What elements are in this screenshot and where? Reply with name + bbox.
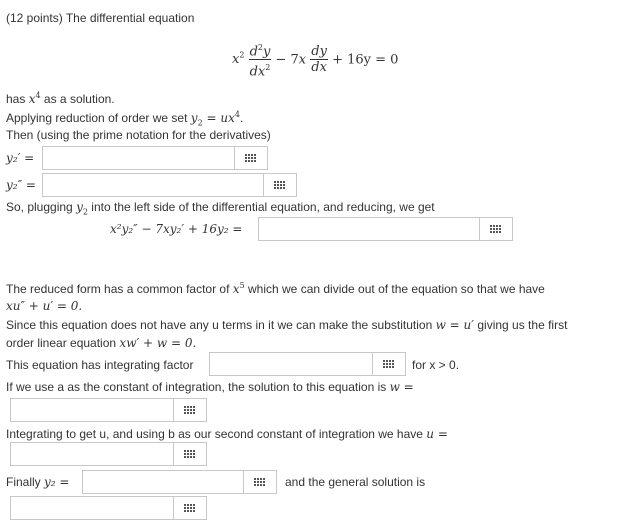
grid-icon	[183, 405, 197, 415]
grid-icon	[382, 359, 396, 369]
lhs-label: x²y₂″ − 7xy₂′ + 16y₂ =	[110, 222, 243, 236]
y2pp-label: y₂″ =	[6, 178, 36, 192]
y2p-palette-button[interactable]	[234, 146, 268, 170]
finally-line: Finally y₂ =	[6, 475, 70, 489]
integ-u-line: Integrating to get u, and using b as our…	[6, 427, 448, 441]
u-palette-button[interactable]	[173, 442, 207, 466]
y2pp-palette-button[interactable]	[263, 173, 297, 197]
intro-text: The differential equation	[65, 11, 195, 25]
integ-palette-button[interactable]	[372, 352, 406, 376]
general-palette-button[interactable]	[173, 496, 207, 520]
order-line: order linear equation xw′ + w = 0.	[6, 336, 197, 350]
reduced-equation: xu″ + u′ = 0.	[6, 299, 83, 313]
general-input[interactable]	[10, 496, 174, 520]
grid-icon	[273, 180, 287, 190]
grid-icon	[183, 503, 197, 513]
y2-input[interactable]	[82, 470, 244, 494]
problem-header: (12 points) The differential equation	[6, 11, 194, 25]
const-line: If we use a as the constant of integrati…	[6, 380, 414, 394]
integ-factor-label: This equation has integrating factor	[6, 358, 194, 372]
differential-equation: x2 d2y dx2 − 7x dy dx + 16y = 0	[232, 40, 398, 80]
grid-icon	[253, 477, 267, 487]
u-input[interactable]	[10, 442, 174, 466]
w-palette-button[interactable]	[173, 398, 207, 422]
then-line: Then (using the prime notation for the d…	[6, 128, 271, 142]
plugging-line: So, plugging y2 into the left side of th…	[6, 200, 435, 217]
eq-tail: + 16y = 0	[332, 52, 399, 68]
eq-minus: − 7	[275, 52, 299, 68]
since-line: Since this equation does not have any u …	[6, 318, 568, 332]
points-label: (12 points)	[6, 11, 63, 25]
grid-icon	[489, 224, 503, 234]
integ-factor-input[interactable]	[209, 352, 373, 376]
has-solution-line: has x4 as a solution.	[6, 91, 115, 106]
y2p-input[interactable]	[42, 146, 235, 170]
reduction-line: Applying reduction of order we set y2 = …	[6, 110, 244, 128]
eq-frac-d2y: d2y dx2	[248, 40, 272, 80]
reduced-line: The reduced form has a common factor of …	[6, 281, 545, 296]
y2pp-input[interactable]	[42, 173, 264, 197]
grid-icon	[183, 449, 197, 459]
w-input[interactable]	[10, 398, 174, 422]
general-solution-label: and the general solution is	[285, 475, 426, 489]
grid-icon	[244, 153, 258, 163]
lhs-palette-button[interactable]	[479, 217, 513, 241]
y2-palette-button[interactable]	[243, 470, 277, 494]
eq-x2: x2	[232, 51, 245, 68]
for-x-label: for x > 0.	[412, 358, 460, 372]
eq-frac-dy: dy dx	[310, 44, 328, 76]
y2p-label: y₂′ =	[6, 151, 35, 165]
lhs-input[interactable]	[258, 217, 480, 241]
